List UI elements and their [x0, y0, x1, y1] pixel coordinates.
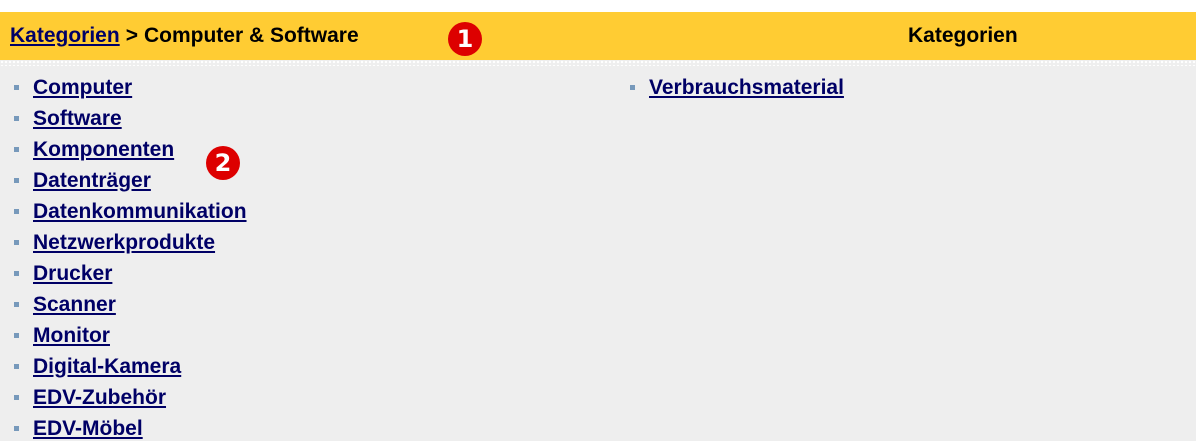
category-link-datentraeger[interactable]: Datenträger: [33, 169, 151, 193]
square-bullet-icon: [14, 240, 19, 245]
category-link-edv-moebel[interactable]: EDV-Möbel: [33, 417, 143, 441]
list-item: Verbrauchsmaterial: [628, 72, 844, 103]
list-item: Monitor: [12, 320, 247, 351]
category-link-netzwerkprodukte[interactable]: Netzwerkprodukte: [33, 231, 215, 255]
square-bullet-icon: [14, 426, 19, 431]
list-item: Drucker: [12, 258, 247, 289]
list-item: Software: [12, 103, 247, 134]
category-link-digital-kamera[interactable]: Digital-Kamera: [33, 355, 181, 379]
square-bullet-icon: [14, 364, 19, 369]
annotation-marker-1: 1: [448, 22, 482, 56]
list-item: Digital-Kamera: [12, 351, 247, 382]
breadcrumb: Kategorien > Computer & Software: [10, 12, 359, 60]
category-link-computer[interactable]: Computer: [33, 76, 132, 100]
category-list-left: Computer Software Komponenten Datenträge…: [12, 72, 247, 444]
square-bullet-icon: [14, 395, 19, 400]
category-link-software[interactable]: Software: [33, 107, 122, 131]
square-bullet-icon: [14, 209, 19, 214]
square-bullet-icon: [14, 85, 19, 90]
list-item: Netzwerkprodukte: [12, 227, 247, 258]
list-item: Computer: [12, 72, 247, 103]
list-item: Datenkommunikation: [12, 196, 247, 227]
list-item: EDV-Möbel: [12, 413, 247, 444]
category-link-edv-zubehoer[interactable]: EDV-Zubehör: [33, 386, 166, 410]
square-bullet-icon: [14, 271, 19, 276]
category-link-komponenten[interactable]: Komponenten: [33, 138, 174, 162]
list-item: EDV-Zubehör: [12, 382, 247, 413]
square-bullet-icon: [14, 333, 19, 338]
square-bullet-icon: [14, 147, 19, 152]
category-list-right: Verbrauchsmaterial: [628, 72, 844, 103]
category-link-monitor[interactable]: Monitor: [33, 324, 110, 348]
breadcrumb-separator: >: [125, 24, 138, 47]
category-link-drucker[interactable]: Drucker: [33, 262, 112, 286]
category-link-scanner[interactable]: Scanner: [33, 293, 116, 317]
dotted-divider: [0, 60, 1196, 66]
square-bullet-icon: [14, 302, 19, 307]
square-bullet-icon: [14, 178, 19, 183]
square-bullet-icon: [14, 116, 19, 121]
category-link-datenkommunikation[interactable]: Datenkommunikation: [33, 200, 247, 224]
category-link-verbrauchsmaterial[interactable]: Verbrauchsmaterial: [649, 76, 844, 100]
list-item: Scanner: [12, 289, 247, 320]
annotation-marker-2: 2: [206, 146, 240, 180]
breadcrumb-current: Computer & Software: [143, 24, 359, 47]
header-title-kategorien: Kategorien: [908, 24, 1018, 47]
square-bullet-icon: [630, 85, 635, 90]
breadcrumb-link-kategorien[interactable]: Kategorien: [10, 24, 120, 48]
